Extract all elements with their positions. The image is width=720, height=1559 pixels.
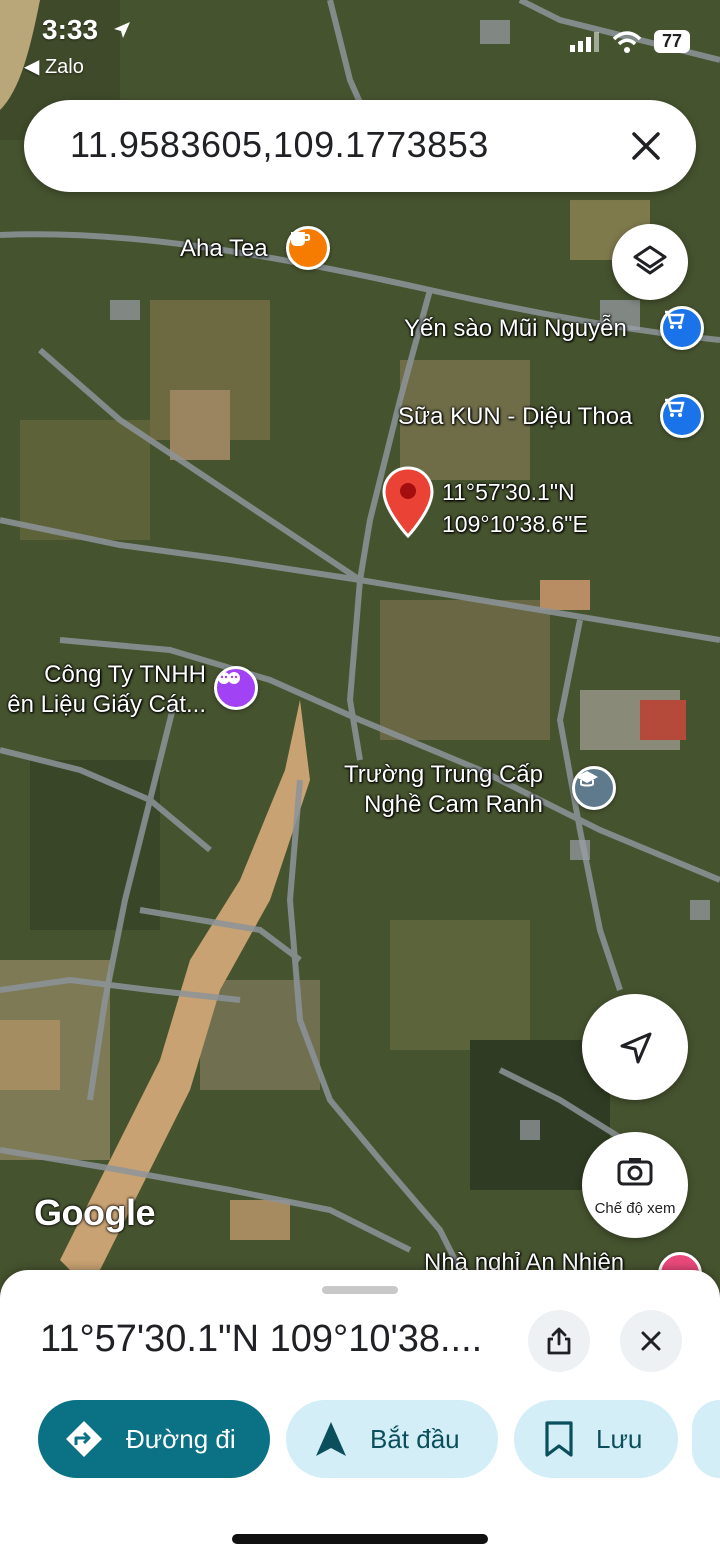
home-indicator[interactable] (232, 1534, 488, 1544)
close-icon (641, 1331, 661, 1351)
back-to-app[interactable]: ◀ Zalo (24, 54, 84, 79)
status-right: 77 (570, 30, 690, 53)
place-title: 11°57'30.1"N 109°10'38.... (40, 1318, 483, 1360)
street-view-label: Chế độ xem (594, 1200, 676, 1217)
start-button[interactable]: Bắt đầu (286, 1400, 498, 1478)
map-view[interactable]: 11°57'30.1"N 109°10'38.6"E Aha Tea Yến s… (0, 0, 720, 1290)
navigation-icon (316, 1422, 346, 1456)
poi-label-line1: Công Ty TNHH (44, 661, 206, 688)
more-actions-button[interactable] (692, 1400, 720, 1478)
poi-label-sua-kun[interactable]: Sữa KUN - Diệu Thoa (398, 402, 632, 432)
poi-label-aha-tea[interactable]: Aha Tea (180, 234, 268, 264)
clock: 3:33 (42, 14, 99, 45)
pin-longitude: 109°10'38.6"E (442, 511, 588, 537)
theater-icon[interactable] (214, 666, 258, 710)
wifi-icon (612, 30, 642, 53)
place-sheet[interactable]: 11°57'30.1"N 109°10'38.... Đường đi Bắt … (0, 1270, 720, 1559)
cafe-icon[interactable] (286, 226, 330, 270)
school-icon[interactable] (572, 766, 616, 810)
search-bar[interactable]: 11.9583605,109.1773853 (24, 100, 696, 192)
directions-button[interactable]: Đường đi (38, 1400, 270, 1478)
dropped-pin-icon[interactable] (382, 466, 434, 538)
layers-button[interactable] (612, 224, 688, 300)
save-label: Lưu (596, 1423, 643, 1454)
google-watermark: Google (34, 1192, 156, 1233)
directions-label: Đường đi (126, 1423, 236, 1454)
search-query[interactable]: 11.9583605,109.1773853 (70, 124, 489, 166)
poi-label-cong-ty[interactable]: Công Ty TNHH ên Liệu Giấy Cát... (0, 660, 206, 720)
layers-icon (633, 245, 667, 275)
poi-label-line2: Nghề Cam Ranh (364, 791, 543, 818)
start-label: Bắt đầu (370, 1423, 460, 1454)
close-icon[interactable] (622, 122, 670, 170)
save-button[interactable]: Lưu (514, 1400, 678, 1478)
signal-icon (570, 31, 599, 52)
satellite-imagery (0, 0, 720, 1290)
battery-indicator: 77 (654, 30, 690, 53)
location-arrow-icon (114, 22, 130, 38)
poi-label-line1: Trường Trung Cấp (344, 761, 543, 788)
share-button[interactable] (528, 1310, 590, 1372)
bookmark-icon (545, 1421, 573, 1457)
shopping-cart-icon[interactable] (660, 306, 704, 350)
poi-label-yen-sao[interactable]: Yến sào Mũi Nguyễn (404, 314, 627, 344)
drag-handle[interactable] (322, 1286, 398, 1294)
pin-coordinate-label: 11°57'30.1"N 109°10'38.6"E (442, 476, 588, 540)
poi-label-line2: ên Liệu Giấy Cát... (7, 691, 206, 718)
close-sheet-button[interactable] (620, 1310, 682, 1372)
camera-icon (617, 1158, 653, 1186)
pin-latitude: 11°57'30.1"N (442, 479, 575, 505)
shopping-cart-icon[interactable] (660, 394, 704, 438)
status-bar: 3:33 ◀ Zalo 77 (0, 0, 720, 90)
poi-label-truong[interactable]: Trường Trung Cấp Nghề Cam Ranh (344, 760, 543, 820)
my-location-button[interactable] (582, 994, 688, 1100)
directions-icon (66, 1421, 102, 1457)
back-app-label: Zalo (44, 56, 84, 78)
street-view-button[interactable]: Chế độ xem (582, 1132, 688, 1238)
share-icon (547, 1327, 571, 1355)
navigation-arrow-icon (620, 1032, 652, 1064)
